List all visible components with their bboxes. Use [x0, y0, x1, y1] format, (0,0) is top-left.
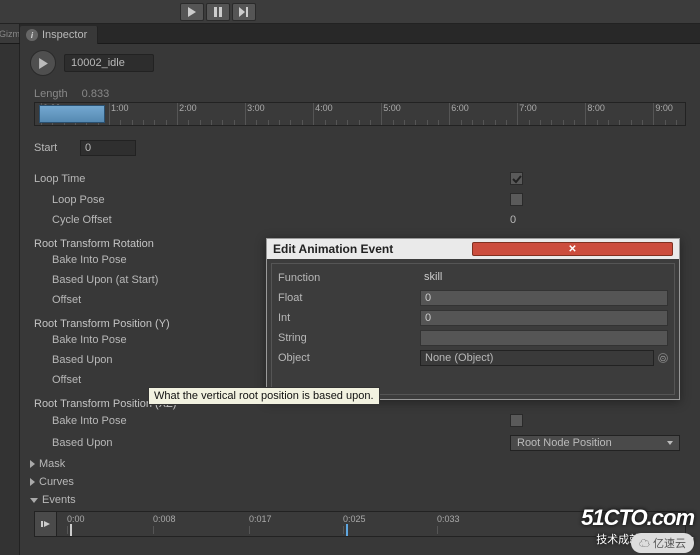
dlg-int-field[interactable] [420, 310, 668, 326]
root-rotation-offset-label: Offset [34, 294, 174, 306]
start-label: Start [34, 142, 80, 154]
loop-pose-label: Loop Pose [34, 194, 174, 206]
clip-preview-play-button[interactable] [30, 50, 56, 76]
inspector-tab[interactable]: i Inspector [20, 26, 98, 44]
clip-name-field[interactable]: 10002_idle [64, 54, 154, 72]
length-value: 0.833 [82, 88, 110, 100]
events-label: Events [42, 494, 76, 506]
mask-foldout[interactable]: Mask [20, 455, 700, 473]
chevron-down-icon [30, 498, 38, 503]
events-tick: 0:008 [153, 514, 176, 524]
events-foldout[interactable]: Events [20, 491, 700, 509]
clip-timeline[interactable]: 0:001:002:003:004:005:006:007:008:009:00 [34, 102, 686, 126]
dialog-title: Edit Animation Event [273, 242, 472, 256]
dropdown-arrow-icon [667, 441, 673, 445]
events-timeline[interactable]: 0:00 0:008 0:017 0:025 0:033 [34, 511, 686, 537]
event-marker-selected[interactable] [343, 524, 351, 536]
dlg-string-field[interactable] [420, 330, 668, 346]
dlg-string-label: String [278, 332, 420, 344]
root-pos-xz-bake-checkbox[interactable] [510, 414, 523, 427]
events-tick: 0:033 [437, 514, 460, 524]
dlg-function-value[interactable]: skill [420, 270, 668, 286]
dlg-int-label: Int [278, 312, 420, 324]
mask-label: Mask [39, 458, 65, 470]
events-tick: 0:017 [249, 514, 272, 524]
dlg-object-label: Object [278, 352, 420, 364]
length-label: Length [34, 88, 68, 100]
inspector-tab-label: Inspector [42, 29, 87, 41]
clip-range-handle[interactable] [39, 105, 105, 123]
play-button[interactable] [180, 3, 204, 21]
root-pos-xz-bake-label: Bake Into Pose [34, 415, 174, 427]
curves-label: Curves [39, 476, 74, 488]
chevron-right-icon [30, 460, 35, 468]
pause-button[interactable] [206, 3, 230, 21]
root-pos-y-offset-label: Offset [34, 374, 174, 386]
events-tick: 0:00 [67, 514, 85, 524]
step-button[interactable] [232, 3, 256, 21]
root-pos-y-bake-label: Bake Into Pose [34, 334, 174, 346]
start-field[interactable] [80, 140, 136, 156]
curves-foldout[interactable]: Curves [20, 473, 700, 491]
root-pos-y-based-label: Based Upon [34, 354, 174, 366]
dialog-close-button[interactable]: ✕ [472, 242, 673, 256]
gizmo-tab[interactable]: Gizm [0, 24, 20, 43]
cycle-offset-label: Cycle Offset [34, 214, 174, 226]
loop-time-label: Loop Time [34, 173, 174, 185]
chevron-right-icon [30, 478, 35, 486]
edit-animation-event-dialog: Edit Animation Event ✕ Function skill Fl… [266, 238, 680, 400]
tooltip: What the vertical root position is based… [148, 387, 380, 405]
dlg-float-label: Float [278, 292, 420, 304]
event-marker[interactable] [67, 524, 75, 536]
dlg-function-label: Function [278, 272, 420, 284]
object-picker-icon[interactable]: ⊙ [658, 353, 668, 363]
add-event-button[interactable] [35, 512, 57, 536]
cycle-offset-value: 0 [510, 214, 516, 226]
dlg-float-field[interactable] [420, 290, 668, 306]
root-pos-xz-based-select[interactable]: Root Node Position [510, 435, 680, 451]
root-pos-xz-based-label: Based Upon [34, 437, 174, 449]
events-tick: 0:025 [343, 514, 366, 524]
root-rotation-bake-label: Bake Into Pose [34, 254, 174, 266]
loop-time-checkbox[interactable] [510, 172, 523, 185]
root-pos-xz-based-value: Root Node Position [517, 437, 612, 449]
dlg-object-slot[interactable]: None (Object) [420, 350, 654, 366]
loop-pose-checkbox[interactable] [510, 193, 523, 206]
root-rotation-based-label: Based Upon (at Start) [34, 274, 174, 286]
info-icon: i [26, 29, 38, 41]
